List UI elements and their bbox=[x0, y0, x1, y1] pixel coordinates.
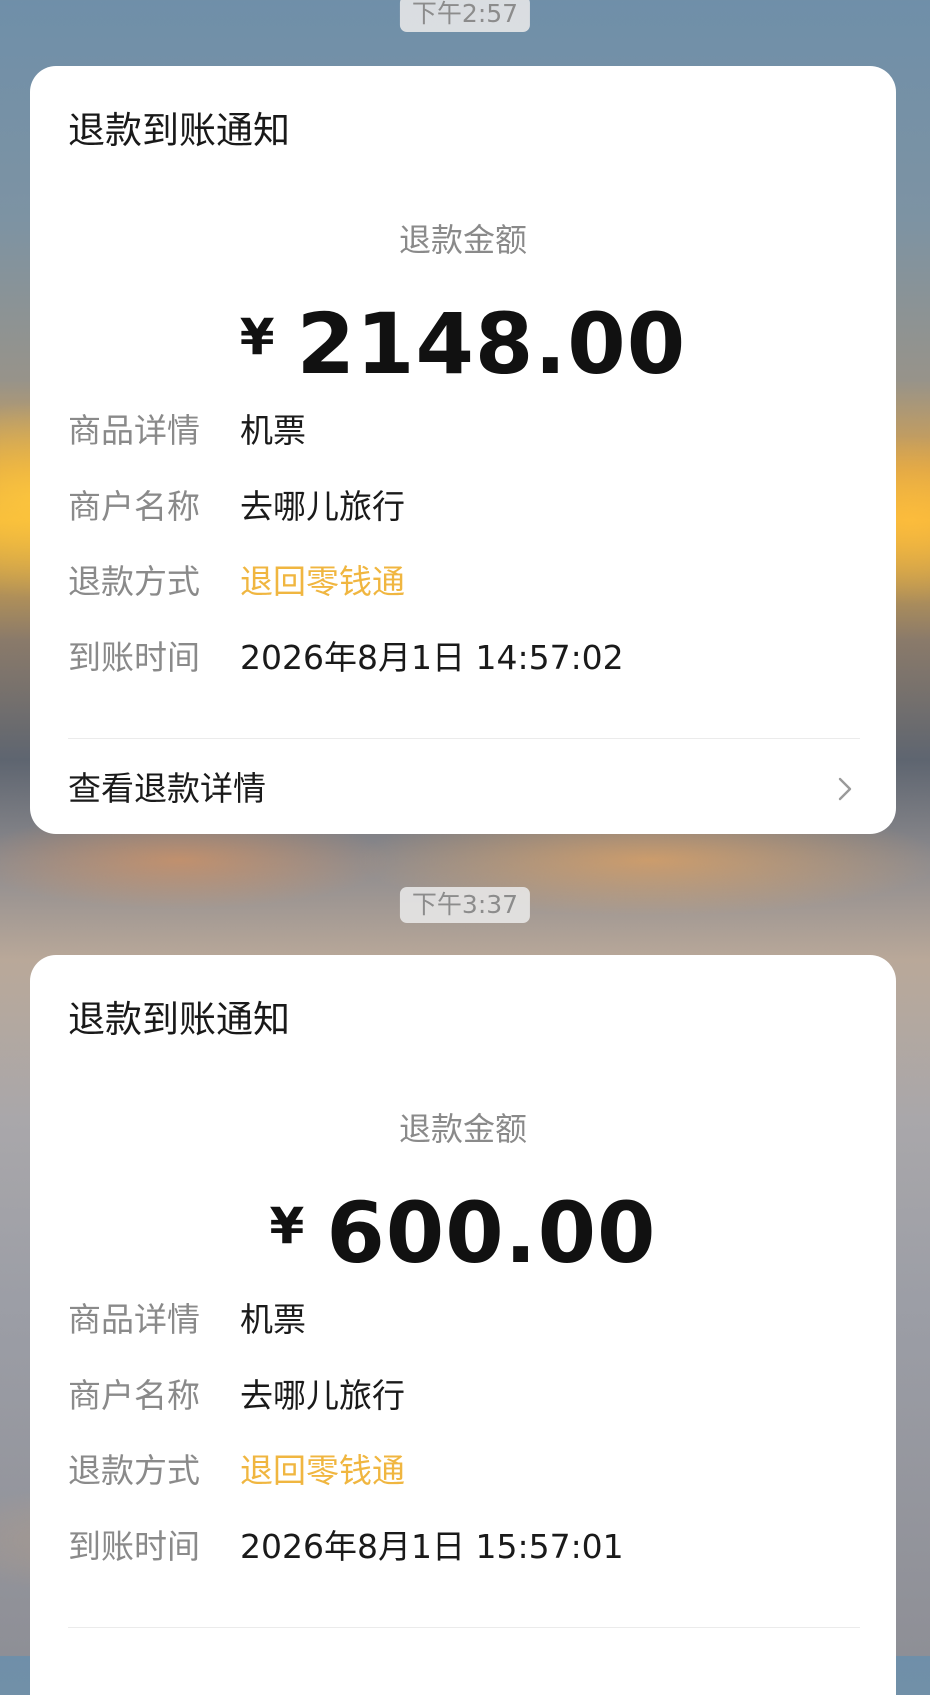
card-title: 退款到账通知 bbox=[68, 998, 290, 1041]
message-timestamp: 下午3:37 bbox=[399, 887, 531, 923]
refund-amount: ¥ 2148.00 bbox=[30, 302, 896, 386]
row-value: 机票 bbox=[240, 411, 306, 450]
divider bbox=[68, 738, 860, 739]
row-value: 退回零钱通 bbox=[240, 562, 405, 601]
row-label: 商户名称 bbox=[68, 1376, 200, 1415]
currency-symbol: ¥ bbox=[239, 308, 275, 366]
card-title: 退款到账通知 bbox=[68, 109, 290, 152]
row-label: 商品详情 bbox=[68, 1300, 200, 1339]
row-value: 2026年8月1日 14:57:02 bbox=[240, 638, 624, 677]
currency-symbol: ¥ bbox=[269, 1197, 305, 1255]
row-label: 到账时间 bbox=[68, 1527, 200, 1566]
row-label: 退款方式 bbox=[68, 562, 200, 601]
view-refund-details-link[interactable]: 查看退款详情 bbox=[68, 764, 860, 814]
refund-amount: ¥ 600.00 bbox=[30, 1191, 896, 1275]
amount-label: 退款金额 bbox=[398, 1110, 527, 1148]
row-value: 机票 bbox=[240, 1300, 306, 1339]
row-label: 商户名称 bbox=[68, 487, 200, 526]
message-timestamp: 下午2:57 bbox=[399, 0, 531, 32]
divider bbox=[68, 1627, 860, 1628]
row-value: 2026年8月1日 15:57:01 bbox=[240, 1527, 624, 1566]
row-value: 去哪儿旅行 bbox=[240, 487, 405, 526]
row-label: 商品详情 bbox=[68, 411, 200, 450]
amount-value: 600.00 bbox=[326, 1184, 657, 1282]
row-value: 退回零钱通 bbox=[240, 1451, 405, 1490]
row-label: 到账时间 bbox=[68, 638, 200, 677]
chevron-right-icon bbox=[838, 777, 852, 801]
amount-label: 退款金额 bbox=[398, 221, 527, 259]
row-value: 去哪儿旅行 bbox=[240, 1376, 405, 1415]
amount-value: 2148.00 bbox=[296, 295, 687, 393]
view-refund-details-label: 查看退款详情 bbox=[68, 769, 266, 808]
refund-notification-card[interactable]: 退款到账通知 退款金额 ¥ 2148.00 商品详情 机票 商户名称 去哪儿旅行… bbox=[30, 66, 896, 834]
row-label: 退款方式 bbox=[68, 1451, 200, 1490]
refund-notification-card[interactable]: 退款到账通知 退款金额 ¥ 600.00 商品详情 机票 商户名称 去哪儿旅行 … bbox=[30, 955, 896, 1695]
